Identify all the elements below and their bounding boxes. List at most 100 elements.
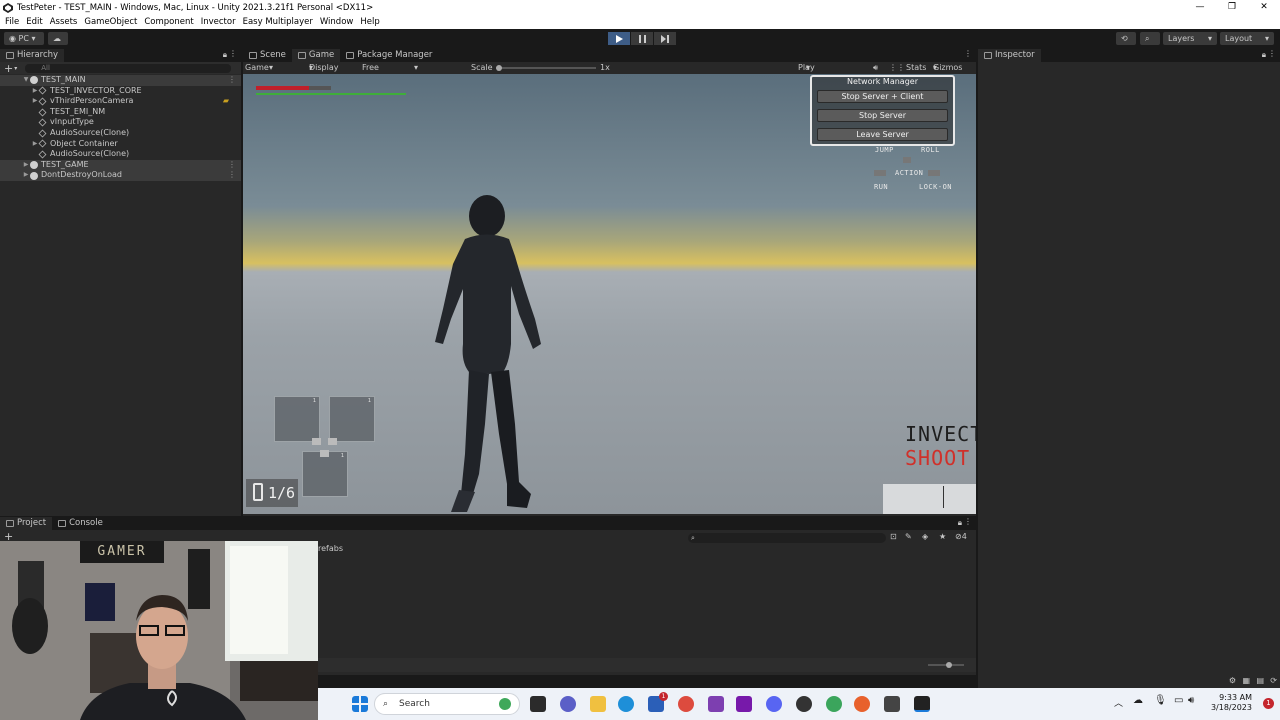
snipping-tool-icon[interactable] bbox=[708, 696, 724, 712]
scale-slider[interactable] bbox=[496, 67, 596, 69]
kebab-menu-icon[interactable]: ⋮ bbox=[228, 160, 236, 171]
game-viewport[interactable]: Network Manager Stop Server + Client Sto… bbox=[243, 74, 976, 514]
show-hidden-icons-icon[interactable]: ︿ bbox=[1114, 696, 1123, 709]
edge-browser-icon[interactable] bbox=[618, 696, 634, 712]
chevron-down-icon[interactable]: ▾ bbox=[14, 65, 17, 72]
discord-icon[interactable] bbox=[766, 696, 782, 712]
step-button[interactable] bbox=[654, 32, 676, 45]
profiler-icon[interactable]: ▦ bbox=[1242, 676, 1250, 685]
minimize-button[interactable]: — bbox=[1184, 0, 1216, 15]
tab-game[interactable]: Game bbox=[291, 49, 341, 62]
expand-arrow-icon[interactable]: ▼ bbox=[22, 75, 30, 86]
menu-invector[interactable]: Invector bbox=[201, 17, 236, 27]
onenote-icon[interactable] bbox=[736, 696, 752, 712]
microphone-icon[interactable]: 🎙︎ bbox=[1154, 695, 1167, 706]
taskbar-clock[interactable]: 9:33 AM 3/18/2023 bbox=[1211, 693, 1252, 713]
expand-arrow-icon[interactable]: ▶ bbox=[31, 139, 39, 150]
lock-icon[interactable]: 🔒︎ bbox=[958, 518, 962, 528]
hierarchy-row[interactable]: AudioSource(Clone) bbox=[0, 128, 241, 139]
chrome-icon[interactable] bbox=[678, 696, 694, 712]
menu-window[interactable]: Window bbox=[320, 17, 354, 27]
unity-editor-icon[interactable] bbox=[914, 696, 930, 712]
tab-project[interactable]: Project bbox=[0, 517, 53, 530]
stats-button[interactable]: Stats bbox=[906, 62, 926, 74]
kebab-menu-icon[interactable]: ⋮ bbox=[228, 75, 236, 86]
progress-icon[interactable]: ▤ bbox=[1256, 676, 1264, 685]
tab-hierarchy[interactable]: Hierarchy bbox=[0, 49, 65, 62]
menu-edit[interactable]: Edit bbox=[26, 17, 42, 27]
hierarchy-row[interactable]: vInputType bbox=[0, 117, 241, 128]
hidden-packages-icon[interactable]: ⊘4 bbox=[955, 532, 967, 541]
menu-assets[interactable]: Assets bbox=[50, 17, 78, 27]
hierarchy-row[interactable]: ▶ TEST_GAME ⋮ bbox=[0, 159, 241, 171]
hierarchy-row[interactable]: ▶ vThirdPersonCamera ▰ bbox=[0, 96, 241, 107]
teams-chat-icon[interactable] bbox=[560, 696, 576, 712]
play-button[interactable] bbox=[608, 32, 630, 45]
quick-slot-bottom[interactable]: 1 bbox=[302, 451, 348, 497]
filter-type-icon[interactable]: ⊡ bbox=[890, 532, 897, 541]
windows-start-icon[interactable] bbox=[352, 696, 368, 712]
brave-icon[interactable] bbox=[854, 696, 870, 712]
menu-easy-multiplayer[interactable]: Easy Multiplayer bbox=[243, 17, 313, 27]
stop-server-button[interactable]: Stop Server bbox=[817, 109, 948, 122]
leave-server-button[interactable]: Leave Server bbox=[817, 128, 948, 141]
hierarchy-row[interactable]: ▶ Object Container bbox=[0, 139, 241, 150]
onedrive-icon[interactable]: ☁ bbox=[1133, 695, 1143, 706]
tag-icon[interactable]: ◈ bbox=[922, 532, 928, 541]
quick-slot-right[interactable]: 1 bbox=[329, 396, 375, 442]
menu-file[interactable]: File bbox=[5, 17, 19, 27]
tab-inspector[interactable]: Inspector bbox=[978, 49, 1041, 62]
tab-console[interactable]: Console bbox=[52, 517, 109, 530]
kebab-menu-icon[interactable]: ⋮ bbox=[229, 49, 237, 58]
notification-badge[interactable]: 1 bbox=[1263, 698, 1274, 709]
stats-grid-icon[interactable]: ⋮⋮ bbox=[889, 62, 905, 74]
kebab-menu-icon[interactable]: ⋮ bbox=[1268, 49, 1276, 58]
collab-icon[interactable]: ⟳ bbox=[1270, 676, 1277, 685]
quick-slot-left[interactable]: 1 bbox=[274, 396, 320, 442]
hierarchy-row[interactable]: ▼ TEST_MAIN ⋮ bbox=[0, 75, 241, 86]
kebab-menu-icon[interactable]: ⋮ bbox=[964, 517, 972, 526]
add-icon[interactable]: + bbox=[4, 62, 13, 75]
volume-icon[interactable]: 🔊︎ bbox=[1188, 695, 1194, 706]
cloud-button[interactable]: ☁ bbox=[48, 32, 68, 45]
menu-gameobject[interactable]: GameObject bbox=[84, 17, 137, 27]
menu-help[interactable]: Help bbox=[360, 17, 379, 27]
display-icon[interactable]: ▭ bbox=[1174, 695, 1183, 706]
ms-store-icon[interactable]: 1 bbox=[648, 692, 668, 712]
tab-scene[interactable]: Scene bbox=[243, 49, 292, 62]
project-search-input[interactable]: ⌕ bbox=[688, 533, 886, 543]
unity-hub-icon[interactable] bbox=[884, 696, 900, 712]
tab-package-manager[interactable]: Package Manager bbox=[340, 49, 438, 62]
scale-slider-thumb[interactable] bbox=[496, 65, 502, 71]
search-button[interactable]: ⌕ bbox=[1140, 32, 1160, 45]
platform-dropdown[interactable]: ◉ PC ▾ bbox=[4, 32, 44, 45]
hierarchy-search-input[interactable]: All bbox=[25, 63, 232, 73]
file-explorer-icon[interactable] bbox=[590, 696, 606, 712]
history-button[interactable]: ⟲ bbox=[1116, 32, 1136, 45]
menu-component[interactable]: Component bbox=[144, 17, 193, 27]
close-button[interactable]: ✕ bbox=[1248, 0, 1280, 15]
obs-icon[interactable] bbox=[796, 696, 812, 712]
lock-icon[interactable]: 🔒︎ bbox=[223, 50, 227, 60]
hierarchy-row[interactable]: AudioSource(Clone) bbox=[0, 149, 241, 160]
mute-audio-icon[interactable]: 🔊︎ bbox=[873, 62, 878, 74]
pause-button[interactable] bbox=[631, 32, 653, 45]
lock-icon[interactable]: 🔒︎ bbox=[1262, 50, 1266, 60]
hierarchy-row[interactable]: ▶ DontDestroyOnLoad ⋮ bbox=[0, 170, 241, 181]
layout-dropdown[interactable]: Layout ▾ bbox=[1220, 32, 1274, 45]
icon-size-slider-thumb[interactable] bbox=[946, 662, 952, 668]
hierarchy-row[interactable]: TEST_EMI_NM bbox=[0, 107, 241, 118]
layers-dropdown[interactable]: Layers ▾ bbox=[1163, 32, 1217, 45]
maximize-button[interactable]: ❐ bbox=[1216, 0, 1248, 15]
kebab-menu-icon[interactable]: ⋮ bbox=[228, 170, 236, 181]
expand-arrow-icon[interactable]: ▶ bbox=[22, 170, 30, 181]
hierarchy-row[interactable]: ▶ TEST_INVECTOR_CORE bbox=[0, 86, 241, 97]
stop-server-client-button[interactable]: Stop Server + Client bbox=[817, 90, 948, 103]
kebab-menu-icon[interactable]: ⋮ bbox=[964, 49, 972, 58]
task-view-icon[interactable] bbox=[530, 696, 546, 712]
favorite-icon[interactable]: ★ bbox=[939, 532, 946, 541]
debug-icon[interactable]: ⚙ bbox=[1229, 676, 1236, 685]
taskbar-search-box[interactable]: ⌕ Search bbox=[374, 693, 520, 715]
expand-arrow-icon[interactable]: ▶ bbox=[31, 86, 39, 97]
chrome-profile-icon[interactable] bbox=[826, 696, 842, 712]
